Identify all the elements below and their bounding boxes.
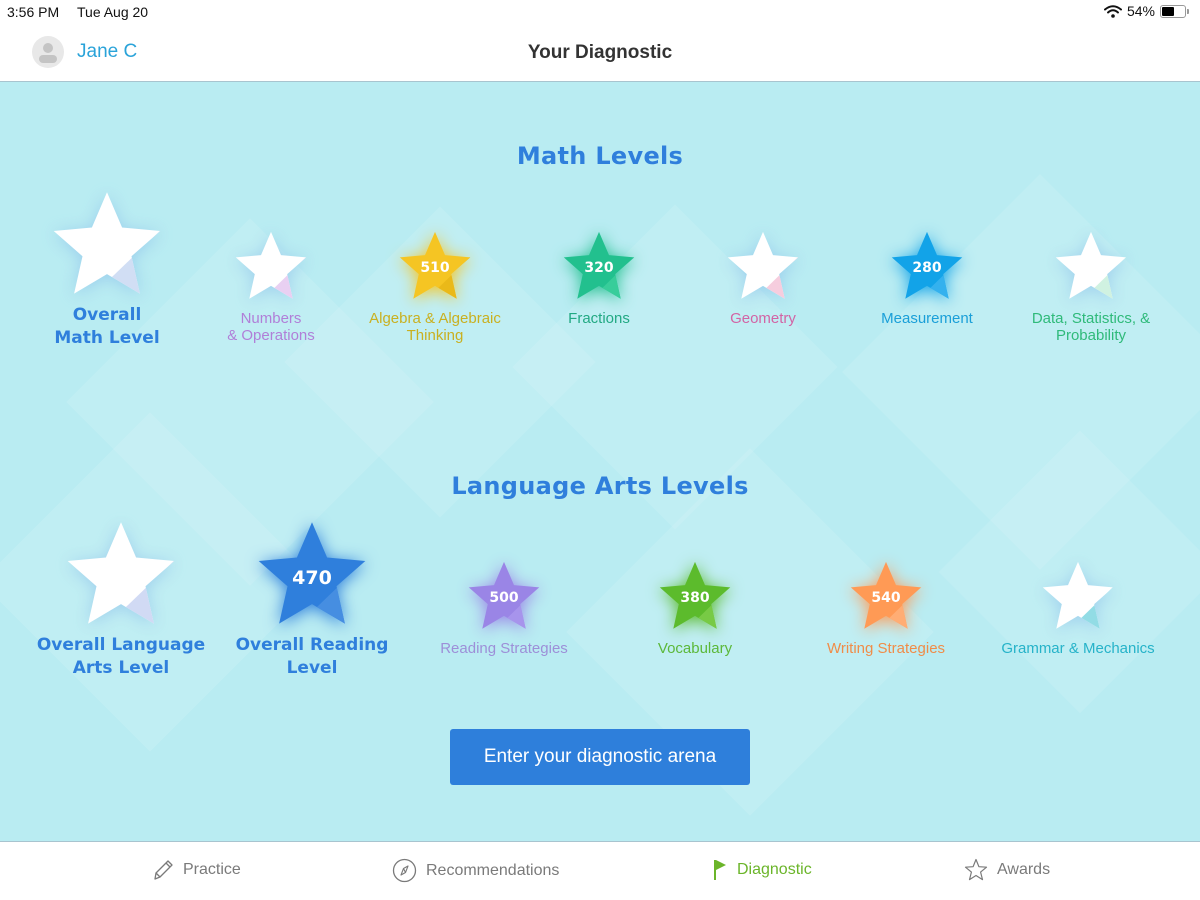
level-label: Vocabulary [605, 640, 785, 657]
level-label-line: Reading Strategies [440, 640, 568, 657]
level-star-icon [51, 190, 163, 298]
level-label-line: Level [286, 658, 338, 678]
level-item-overall-reading-level[interactable]: 470 Overall Reading Level [222, 520, 402, 680]
tab-bar: Practice Recommendations Diagnostic Awar… [0, 841, 1200, 900]
level-label-line: Probability [1055, 327, 1127, 344]
tab-awards-label: Awards [997, 861, 1051, 878]
level-label-line: Fractions [568, 310, 630, 327]
level-item-numbers-and-operations[interactable]: Numbers & Operations [181, 230, 361, 344]
level-star-icon: 380 [658, 560, 732, 632]
level-star-icon: 470 [256, 520, 368, 628]
level-label-line: Vocabulary [657, 640, 733, 657]
battery-percent: 54% [1126, 3, 1155, 19]
level-label-line: Overall [72, 305, 142, 325]
level-star-icon [726, 230, 800, 302]
tab-practice-label: Practice [183, 861, 241, 878]
level-label-line: Math Level [54, 328, 160, 348]
level-item-overall-language-arts-level[interactable]: Overall Language Arts Level [31, 520, 211, 680]
level-score: 470 [292, 566, 332, 589]
enter-diagnostic-arena-button[interactable]: Enter your diagnostic arena [450, 729, 750, 785]
wifi-icon [1103, 4, 1122, 18]
level-star-icon: 510 [398, 230, 472, 302]
level-label: Geometry [673, 310, 853, 327]
level-label-line: Measurement [881, 310, 973, 327]
level-label-line: Grammar & Mechanics [1001, 640, 1155, 657]
level-star-icon [234, 230, 308, 302]
pencil-icon [154, 860, 173, 880]
status-indicators: 54% [1103, 3, 1189, 19]
level-star-icon: 320 [562, 230, 636, 302]
level-label-line: Data, Statistics, & [1031, 310, 1151, 327]
level-star-icon: 280 [890, 230, 964, 302]
level-label-line: Algebra & Algebraic [369, 310, 501, 327]
level-item-writing-strategies[interactable]: 540 Writing Strategies [796, 560, 976, 657]
level-label-line: Geometry [730, 310, 796, 327]
tab-diagnostic[interactable]: Diagnostic [712, 858, 812, 882]
level-label: Reading Strategies [414, 640, 594, 657]
language-arts-levels-title: Language Arts Levels [451, 472, 749, 500]
level-item-reading-strategies[interactable]: 500 Reading Strategies [414, 560, 594, 657]
flag-icon [714, 860, 726, 880]
level-item-measurement[interactable]: 280 Measurement [837, 230, 1017, 327]
star-outline-icon [964, 858, 988, 881]
page-title: Your Diagnostic [527, 42, 673, 63]
tab-diagnostic-label: Diagnostic [737, 861, 812, 878]
level-label: Measurement [837, 310, 1017, 327]
level-label-line: Thinking [406, 327, 464, 344]
level-score: 540 [871, 590, 901, 607]
level-label-line: Overall Reading [235, 635, 389, 655]
level-score: 380 [680, 590, 710, 607]
level-item-vocabulary[interactable]: 380 Vocabulary [605, 560, 785, 657]
level-item-overall-math-level[interactable]: Overall Math Level [17, 190, 197, 350]
level-item-fractions[interactable]: 320 Fractions [509, 230, 689, 327]
level-label: Data, Statistics, & Probability [1001, 310, 1181, 344]
tab-recommendations[interactable]: Recommendations [392, 858, 559, 883]
level-label: Fractions [509, 310, 689, 327]
level-score: 320 [584, 260, 614, 277]
diagnostic-panel: Math Levels Overall Math Level Numbers & Op… [0, 82, 1200, 841]
level-label: Overall Reading Level [222, 634, 402, 680]
math-levels-title: Math Levels [516, 142, 684, 170]
level-label: Writing Strategies [796, 640, 976, 657]
tab-recommendations-label: Recommendations [426, 861, 560, 879]
level-item-algebra-and-algebraic-thinking[interactable]: 510 Algebra & Algebraic Thinking [345, 230, 525, 344]
level-label: Grammar & Mechanics [988, 640, 1168, 657]
level-score: 280 [912, 260, 942, 277]
level-label-line: Numbers [240, 310, 302, 327]
level-star-icon: 540 [849, 560, 923, 632]
compass-icon [392, 858, 417, 883]
battery-icon [1160, 4, 1189, 18]
tab-practice[interactable]: Practice [152, 858, 241, 882]
level-item-grammar-and-mechanics[interactable]: Grammar & Mechanics [988, 560, 1168, 657]
status-date: Tue Aug 20 [77, 4, 149, 20]
header: Jane C Your Diagnostic [0, 24, 1200, 82]
level-star-icon [1041, 560, 1115, 632]
level-label-line: Arts Level [72, 658, 170, 678]
level-score: 500 [489, 590, 519, 607]
level-label-line: Writing Strategies [826, 640, 946, 657]
level-score: 510 [420, 260, 450, 277]
level-label-line: Overall Language [36, 635, 206, 655]
level-star-icon [65, 520, 177, 628]
level-label: Overall Language Arts Level [31, 634, 211, 680]
level-label: Algebra & Algebraic Thinking [345, 310, 525, 344]
level-star-icon: 500 [467, 560, 541, 632]
status-time: 3:56 PM [7, 4, 60, 20]
status-bar: 3:56 PM Tue Aug 20 54% [0, 0, 1200, 24]
level-star-icon [1054, 230, 1128, 302]
level-label-line: & Operations [227, 327, 315, 344]
level-item-data-statistics-and-probability[interactable]: Data, Statistics, & Probability [1001, 230, 1181, 344]
tab-awards[interactable]: Awards [964, 858, 1050, 882]
level-label: Numbers & Operations [181, 310, 361, 344]
level-item-geometry[interactable]: Geometry [673, 230, 853, 327]
level-label: Overall Math Level [17, 304, 197, 350]
